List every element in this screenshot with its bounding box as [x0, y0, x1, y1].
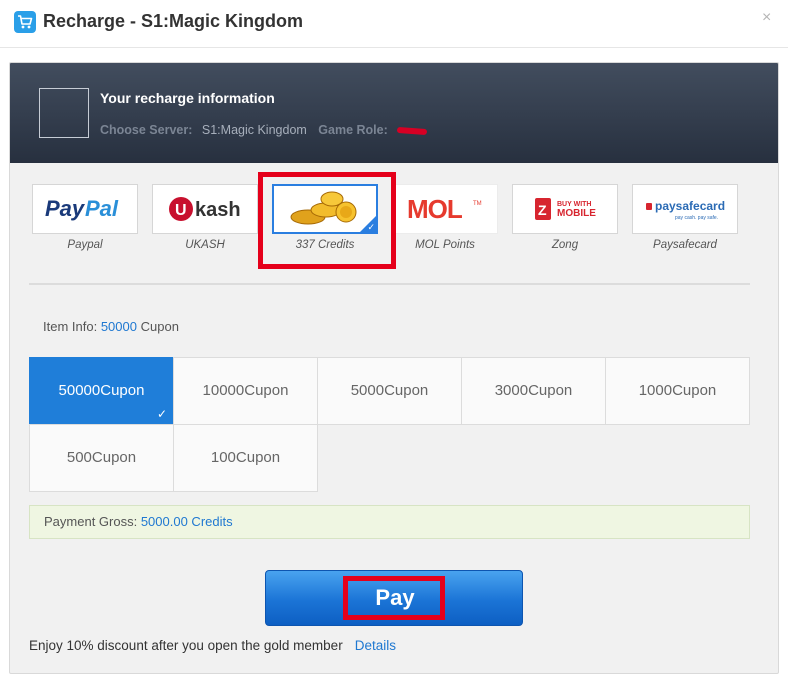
paypal-logo: Pay Pal — [45, 196, 119, 221]
svg-text:U: U — [175, 202, 187, 219]
svg-text:pay cash. pay safe.: pay cash. pay safe. — [675, 215, 718, 221]
method-label-paysafecard: Paysafecard — [653, 239, 717, 251]
method-label-ukash: UKASH — [185, 239, 225, 251]
method-label-zong: Zong — [551, 239, 579, 251]
close-icon[interactable]: × — [762, 9, 771, 27]
title-bar: Recharge - S1:Magic Kingdom × — [0, 0, 788, 48]
method-label-paypal: Paypal — [67, 239, 103, 251]
svg-text:BUY WITH: BUY WITH — [557, 201, 591, 208]
cupon-option-10000[interactable]: 10000Cupon — [173, 357, 318, 425]
gross-label: Payment Gross: — [44, 514, 138, 529]
svg-text:TM: TM — [473, 201, 482, 207]
pay-button-label: Pay — [375, 585, 415, 610]
method-337-credits[interactable]: ✓ — [272, 184, 378, 234]
method-label-mol: MOL Points — [415, 239, 475, 251]
server-value: S1:Magic Kingdom — [201, 123, 307, 137]
paysafecard-logo: paysafecard pay cash. pay safe. — [646, 199, 725, 221]
mol-logo: MOL TM — [407, 194, 482, 224]
redacted-role-mark — [397, 126, 428, 135]
cupon-option-5000[interactable]: 5000Cupon — [317, 357, 462, 425]
shopping-cart-icon — [14, 11, 36, 33]
cupon-label: 500Cupon — [66, 449, 137, 466]
cupon-label: 3000Cupon — [494, 382, 573, 399]
method-zong[interactable]: Z BUY WITH MOBILE — [512, 184, 618, 234]
svg-text:kash: kash — [195, 199, 241, 221]
cupon-option-3000[interactable]: 3000Cupon — [461, 357, 606, 425]
cupon-option-500[interactable]: 500Cupon — [29, 424, 174, 492]
payment-gross: Payment Gross: 5000.00 Credits — [29, 505, 750, 539]
cupon-option-100[interactable]: 100Cupon — [173, 424, 318, 492]
svg-text:Z: Z — [538, 202, 547, 218]
info-title: Your recharge information — [100, 90, 275, 106]
item-info: Item Info: 50000 Cupon — [43, 319, 179, 334]
svg-text:Pay: Pay — [45, 196, 86, 221]
footer-text: Enjoy 10% discount after you open the go… — [29, 638, 343, 653]
check-icon: ✓ — [367, 222, 375, 232]
check-icon: ✓ — [156, 407, 167, 421]
recharge-dialog: Recharge - S1:Magic Kingdom × Your recha… — [0, 0, 788, 684]
ukash-logo: U kash — [169, 197, 241, 221]
cupon-grid: 50000Cupon ✓ 10000Cupon 5000Cupon 3000Cu… — [29, 357, 750, 492]
method-paypal[interactable]: Pay Pal — [32, 184, 138, 234]
cupon-option-50000[interactable]: 50000Cupon ✓ — [29, 357, 174, 425]
svg-text:MOBILE: MOBILE — [557, 208, 596, 219]
cupon-label: 5000Cupon — [350, 382, 429, 399]
gold-member-footer: Enjoy 10% discount after you open the go… — [29, 638, 396, 653]
cupon-label: 100Cupon — [210, 449, 281, 466]
item-info-label: Item Info: — [43, 319, 98, 334]
details-link[interactable]: Details — [355, 638, 396, 653]
gross-value: 5000.00 Credits — [140, 514, 233, 529]
server-label: Choose Server: — [100, 123, 193, 137]
svg-text:Pal: Pal — [85, 196, 119, 221]
pay-button[interactable]: Pay — [265, 570, 523, 626]
recharge-panel: Your recharge information Choose Server:… — [9, 62, 779, 674]
cupon-label: 1000Cupon — [638, 382, 717, 399]
server-role-line: Choose Server: S1:Magic Kingdom Game Rol… — [100, 123, 428, 137]
method-paysafecard[interactable]: paysafecard pay cash. pay safe. — [632, 184, 738, 234]
method-label-337-credits: 337 Credits — [295, 239, 355, 251]
svg-text:paysafecard: paysafecard — [655, 199, 725, 213]
svg-text:MOL: MOL — [407, 194, 463, 224]
item-info-unit: Cupon — [140, 319, 179, 334]
cupon-label: 10000Cupon — [202, 382, 289, 399]
cupon-label: 50000Cupon — [58, 382, 145, 399]
role-label: Game Role: — [318, 123, 388, 137]
avatar — [39, 88, 89, 138]
recharge-info-header: Your recharge information Choose Server:… — [10, 63, 778, 163]
dialog-title: Recharge - S1:Magic Kingdom — [43, 11, 304, 31]
zong-logo: Z BUY WITH MOBILE — [535, 198, 596, 220]
method-ukash[interactable]: U kash — [152, 184, 258, 234]
item-info-amount: 50000 — [100, 319, 137, 334]
divider — [29, 283, 750, 285]
cupon-option-1000[interactable]: 1000Cupon — [605, 357, 750, 425]
method-mol[interactable]: MOL TM — [392, 184, 498, 234]
